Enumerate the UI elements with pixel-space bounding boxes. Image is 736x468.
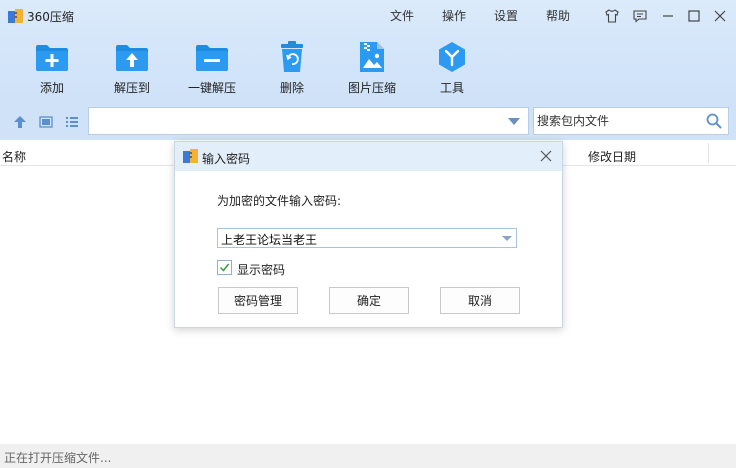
maximize-button[interactable] <box>684 6 704 26</box>
dialog-title: 输入密码 <box>202 152 251 166</box>
add-button[interactable]: 添加 <box>34 40 70 96</box>
tools-icon <box>439 42 465 72</box>
one-click-extract-button[interactable]: 一键解压 <box>186 40 238 96</box>
image-compress-label: 图片压缩 <box>347 81 396 95</box>
app-logo-icon <box>8 9 23 23</box>
tools-label: 工具 <box>439 81 464 95</box>
column-name[interactable]: 名称 <box>2 148 26 165</box>
close-icon <box>714 10 726 22</box>
search-box <box>533 107 729 135</box>
main-toolbar: 添加 解压到 一键解压 删除 图片压缩 工具 <box>0 32 736 102</box>
menu-file[interactable]: 文件 <box>390 7 414 24</box>
app-title: 360压缩 <box>27 10 74 24</box>
column-divider[interactable] <box>708 143 709 163</box>
column-modified-date[interactable]: 修改日期 <box>588 148 636 165</box>
thumbnail-view-icon <box>39 116 53 128</box>
cancel-button[interactable]: 取消 <box>440 287 520 314</box>
image-compress-button[interactable]: 图片压缩 <box>346 40 398 96</box>
status-text: 正在打开压缩文件... <box>4 451 112 465</box>
delete-label: 删除 <box>279 81 304 95</box>
show-password-label[interactable]: 显示密码 <box>237 261 285 278</box>
path-combobox[interactable] <box>88 107 529 135</box>
checkmark-icon <box>219 263 230 272</box>
minimize-icon <box>663 15 673 17</box>
password-dialog: 输入密码 为加密的文件输入密码: 上老王论坛当老王 显示密码 密码管理 确定 取… <box>174 141 563 328</box>
extract-to-button[interactable]: 解压到 <box>112 40 152 96</box>
menu-settings[interactable]: 设置 <box>494 7 518 24</box>
delete-button[interactable]: 删除 <box>276 40 308 96</box>
extract-to-label: 解压到 <box>113 81 150 95</box>
folder-extract-icon <box>116 45 148 71</box>
chevron-down-icon[interactable] <box>502 236 512 241</box>
title-bar: 360压缩 文件 操作 设置 帮助 <box>0 0 736 32</box>
minimize-button[interactable] <box>658 6 678 26</box>
password-manage-button[interactable]: 密码管理 <box>218 287 298 314</box>
address-bar <box>0 102 736 140</box>
arrow-up-icon <box>14 116 26 128</box>
show-password-checkbox[interactable] <box>217 260 232 275</box>
menu-operation[interactable]: 操作 <box>442 7 466 24</box>
dialog-title-bar: 输入密码 <box>175 142 562 171</box>
chevron-down-icon[interactable] <box>508 118 520 125</box>
one-click-extract-label: 一键解压 <box>187 81 236 95</box>
folder-add-icon <box>36 45 68 71</box>
list-view-icon <box>66 117 78 127</box>
shirt-icon <box>605 9 619 23</box>
list-view-button[interactable] <box>64 114 80 130</box>
password-combobox[interactable]: 上老王论坛当老王 <box>217 228 517 248</box>
menu-help[interactable]: 帮助 <box>546 7 570 24</box>
trash-icon <box>281 41 303 72</box>
app-logo-icon <box>183 149 198 163</box>
ok-button[interactable]: 确定 <box>329 287 409 314</box>
password-prompt: 为加密的文件输入密码: <box>217 194 342 208</box>
search-icon[interactable] <box>706 113 722 129</box>
close-icon[interactable] <box>538 148 554 164</box>
thumbnail-view-button[interactable] <box>38 114 54 130</box>
skin-button[interactable] <box>602 6 622 26</box>
image-compress-icon <box>360 42 384 72</box>
search-input[interactable] <box>534 108 702 134</box>
up-button[interactable] <box>12 114 28 130</box>
password-value[interactable]: 上老王论坛当老王 <box>221 231 317 248</box>
feedback-button[interactable] <box>630 6 650 26</box>
maximize-icon <box>688 10 700 22</box>
close-button[interactable] <box>710 6 730 26</box>
add-label: 添加 <box>39 81 64 95</box>
status-bar: 正在打开压缩文件... <box>0 444 736 468</box>
message-icon <box>633 10 647 23</box>
folder-one-click-extract-icon <box>196 45 228 71</box>
tools-button[interactable]: 工具 <box>436 40 468 96</box>
